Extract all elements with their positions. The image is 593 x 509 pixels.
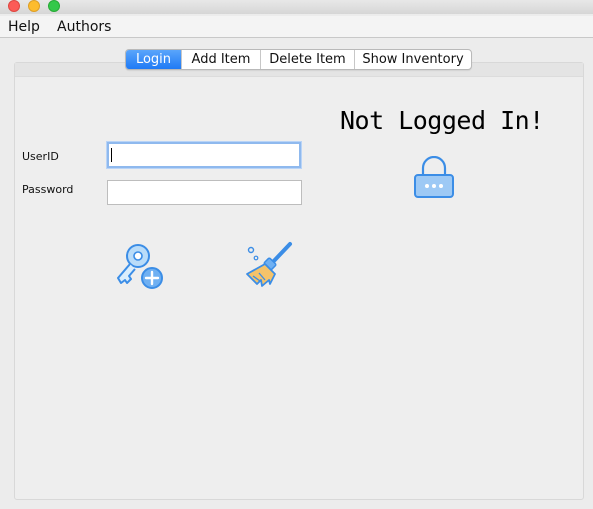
- password-field[interactable]: [107, 180, 302, 205]
- clear-broom-button[interactable]: [243, 240, 295, 290]
- tab-delete-item[interactable]: Delete Item: [261, 50, 355, 69]
- window-titlebar: [0, 0, 593, 14]
- login-status-text: Not Logged In!: [340, 106, 544, 135]
- tab-bar: Login Add Item Delete Item Show Inventor…: [125, 49, 472, 70]
- userid-label: UserID: [22, 150, 59, 163]
- menu-help[interactable]: Help: [8, 19, 40, 35]
- text-caret: [111, 148, 112, 162]
- close-window-button[interactable]: [8, 0, 20, 12]
- login-key-add-button[interactable]: [112, 240, 168, 292]
- key-add-icon: [117, 244, 163, 289]
- menu-authors[interactable]: Authors: [57, 19, 111, 35]
- lock-icon: [414, 156, 454, 198]
- tab-show-inventory[interactable]: Show Inventory: [355, 50, 471, 69]
- maximize-window-button[interactable]: [48, 0, 60, 12]
- minimize-window-button[interactable]: [28, 0, 40, 12]
- menu-bar: Help Authors: [0, 16, 593, 38]
- broom-icon: [246, 242, 292, 287]
- password-label: Password: [22, 183, 74, 196]
- userid-field[interactable]: [107, 142, 301, 168]
- tab-login[interactable]: Login: [126, 50, 182, 69]
- tab-add-item[interactable]: Add Item: [182, 50, 261, 69]
